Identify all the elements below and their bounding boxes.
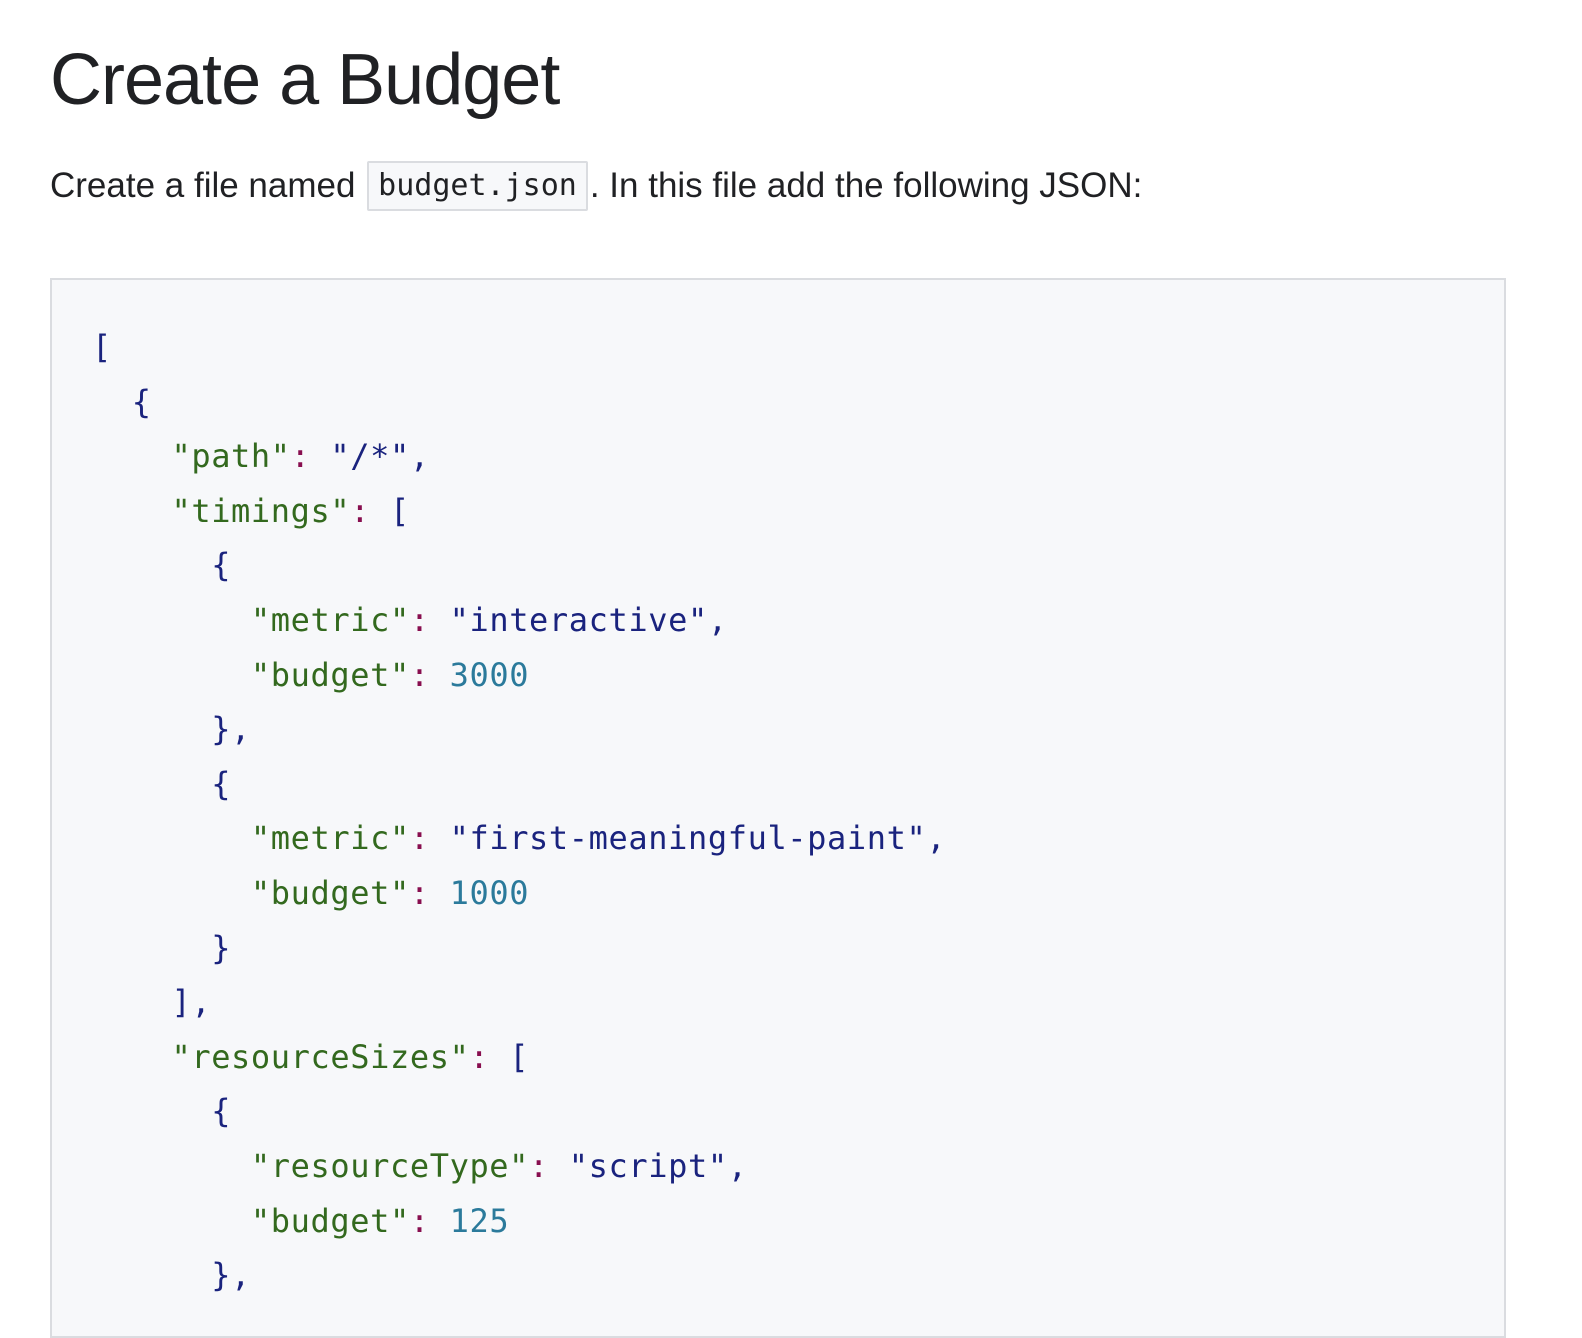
- code-line: }: [92, 921, 946, 976]
- code-token-colon: :: [350, 491, 390, 530]
- code-line: "resourceType": "script",: [92, 1139, 946, 1194]
- code-token-colon: :: [409, 873, 450, 912]
- intro-text-after: . In this file add the following JSON:: [589, 166, 1143, 205]
- code-token-key: "budget": [92, 655, 410, 694]
- code-line: "resourceSizes": [: [92, 1030, 946, 1085]
- code-token-punct: },: [92, 1256, 251, 1295]
- code-token-punct: ,: [707, 600, 728, 639]
- code-line: "path": "/*",: [92, 429, 946, 484]
- code-token-punct: {: [92, 764, 232, 803]
- code-token-key: "budget": [92, 1201, 410, 1240]
- code-token-punct: {: [92, 546, 232, 585]
- intro-text-before: Create a file named: [50, 166, 366, 205]
- code-block: [ { "path": "/*", "timings": [ { "metric…: [50, 278, 1506, 1338]
- code-token-key: "timings": [92, 491, 351, 530]
- code-token-colon: :: [409, 655, 450, 694]
- code-token-key: "path": [92, 437, 291, 476]
- code-token-punct: },: [92, 710, 251, 749]
- code-token-string: "first-meaningful-paint": [449, 819, 927, 858]
- code-token-key: "budget": [92, 873, 410, 912]
- code-line: },: [92, 1248, 946, 1303]
- code-line: {: [92, 538, 946, 593]
- code-token-punct: [: [390, 491, 410, 530]
- code-token-punct: {: [92, 382, 152, 421]
- code-token-string: "interactive": [449, 600, 708, 639]
- code-line: "budget": 3000: [92, 648, 946, 703]
- code-token-string: "/*": [330, 437, 410, 476]
- code-token-key: "metric": [92, 819, 410, 858]
- code-line: "metric": "interactive",: [92, 593, 946, 648]
- code-token-number: 3000: [449, 655, 530, 694]
- code-lines: [ { "path": "/*", "timings": [ { "metric…: [92, 320, 946, 1303]
- code-token-key: "resourceType": [92, 1146, 530, 1185]
- code-token-punct: [: [509, 1037, 530, 1076]
- code-token-punct: ,: [926, 819, 947, 858]
- code-line: "budget": 1000: [92, 866, 946, 921]
- code-line: {: [92, 375, 946, 430]
- code-token-punct: {: [92, 1092, 232, 1131]
- code-line: "budget": 125: [92, 1194, 946, 1249]
- code-token-key: "metric": [92, 600, 410, 639]
- code-line: "metric": "first-meaningful-paint",: [92, 811, 946, 866]
- code-token-colon: :: [290, 437, 331, 476]
- code-line: [: [92, 320, 946, 375]
- intro-paragraph: Create a file named budget.json. In this…: [50, 160, 1142, 212]
- code-token-punct: ,: [409, 437, 430, 476]
- code-token-colon: :: [409, 819, 450, 858]
- code-token-colon: :: [529, 1146, 569, 1185]
- code-token-punct: }: [92, 928, 232, 967]
- code-token-key: "resourceSizes": [92, 1037, 470, 1076]
- code-token-colon: :: [469, 1037, 510, 1076]
- page-title: Create a Budget: [50, 40, 560, 120]
- code-token-colon: :: [409, 1201, 450, 1240]
- code-token-punct: ],: [92, 983, 212, 1022]
- code-token-colon: :: [409, 600, 450, 639]
- code-token-number: 125: [449, 1201, 510, 1240]
- inline-code-filename: budget.json: [367, 161, 588, 211]
- code-line: {: [92, 1084, 946, 1139]
- code-token-string: "script": [568, 1146, 728, 1185]
- code-line: {: [92, 757, 946, 812]
- code-line: "timings": [: [92, 484, 946, 539]
- code-line: },: [92, 702, 946, 757]
- code-token-number: 1000: [449, 873, 530, 912]
- code-token-punct: [: [92, 328, 112, 366]
- code-line: ],: [92, 975, 946, 1030]
- code-token-punct: ,: [727, 1146, 748, 1185]
